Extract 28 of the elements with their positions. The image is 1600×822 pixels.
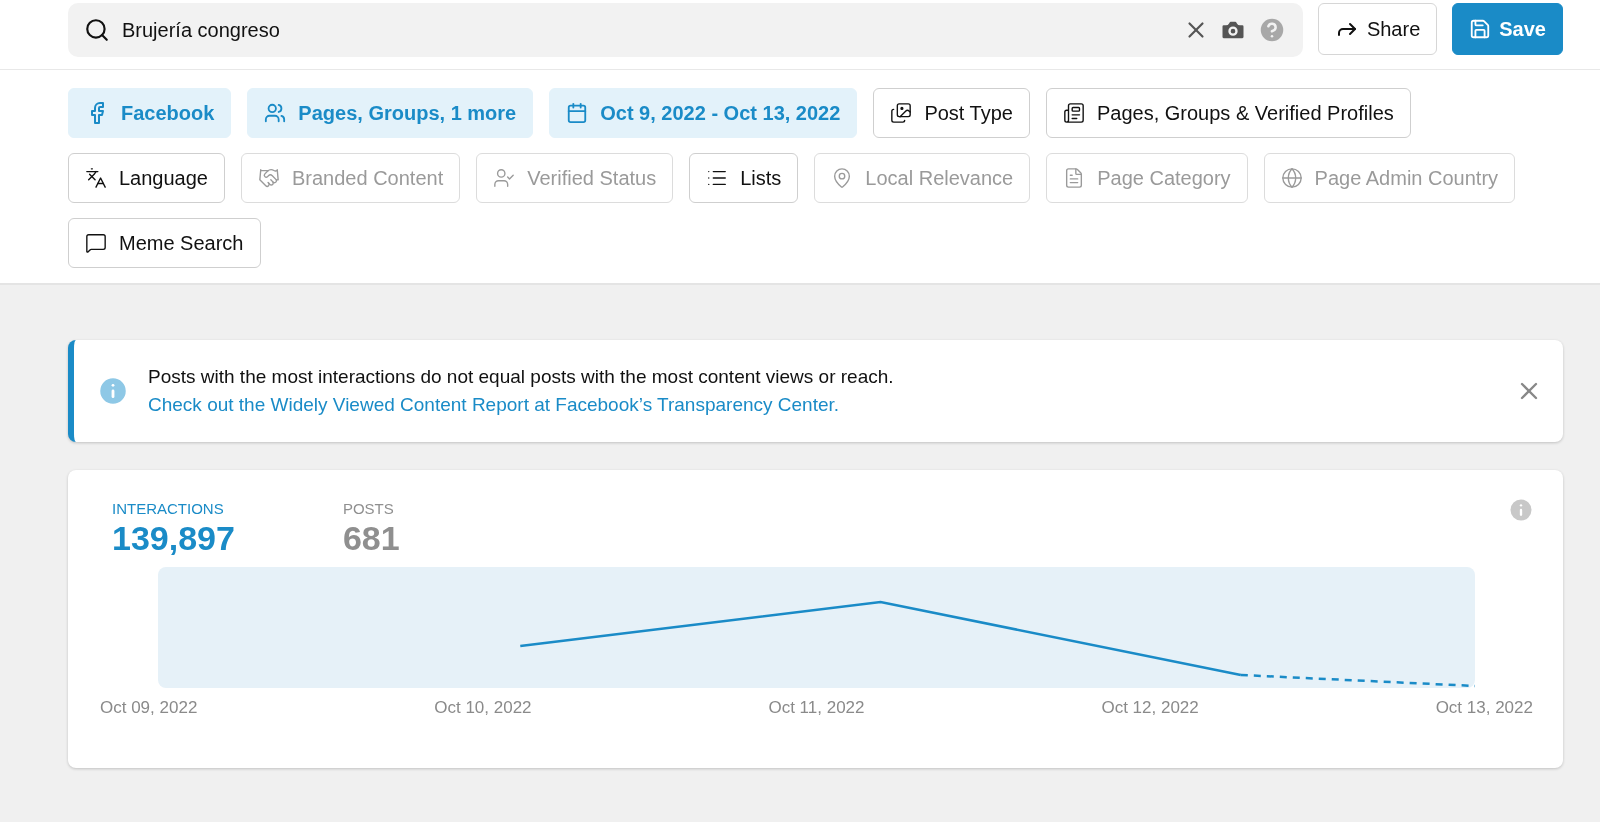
- filter-chip[interactable]: Facebook: [68, 88, 232, 138]
- report-link[interactable]: Check out the Widely Viewed Content Report at Facebook’s Transparency Center.: [148, 394, 840, 416]
- metric-value: 681: [342, 521, 400, 555]
- filter-chip[interactable]: Post Type: [873, 88, 1030, 138]
- filter-chip[interactable]: Page Admin Country: [1263, 153, 1516, 203]
- filter-chip[interactable]: Page Category: [1046, 153, 1248, 203]
- filter-chip[interactable]: Language: [68, 153, 225, 203]
- filter-chip[interactable]: Verified Status: [476, 153, 674, 203]
- notice-text: Posts with the most interactions do not equal posts with the most content views or reach.: [148, 366, 895, 388]
- axis-label: Oct 13, 2022: [1435, 698, 1533, 718]
- axis-label: Oct 09, 2022: [100, 698, 198, 718]
- search-input[interactable]: Brujería congreso: [120, 17, 1173, 43]
- share-button[interactable]: Share: [1317, 3, 1438, 55]
- search-field[interactable]: Brujería congreso: [68, 3, 1303, 57]
- filter-chip[interactable]: Oct 9, 2022 - Oct 13, 2022: [549, 88, 858, 138]
- filter-chip[interactable]: Lists: [689, 153, 799, 203]
- filter-chip[interactable]: Meme Search: [68, 218, 261, 268]
- filter-chip[interactable]: Branded Content: [241, 153, 461, 203]
- axis-label: Oct 11, 2022: [768, 698, 865, 718]
- axis-label: Oct 12, 2022: [1101, 698, 1199, 718]
- metric-value: 139,897: [112, 521, 235, 555]
- axis-label: Oct 10, 2022: [434, 698, 532, 718]
- filter-chip[interactable]: Pages, Groups, 1 more: [247, 88, 534, 138]
- filter-chip[interactable]: Local Relevance: [814, 153, 1031, 203]
- metric-label[interactable]: POSTS: [342, 500, 400, 517]
- save-button[interactable]: Save: [1452, 3, 1563, 55]
- metric-label[interactable]: INTERACTIONS: [112, 500, 235, 517]
- filter-chip[interactable]: Pages, Groups & Verified Profiles: [1045, 88, 1411, 138]
